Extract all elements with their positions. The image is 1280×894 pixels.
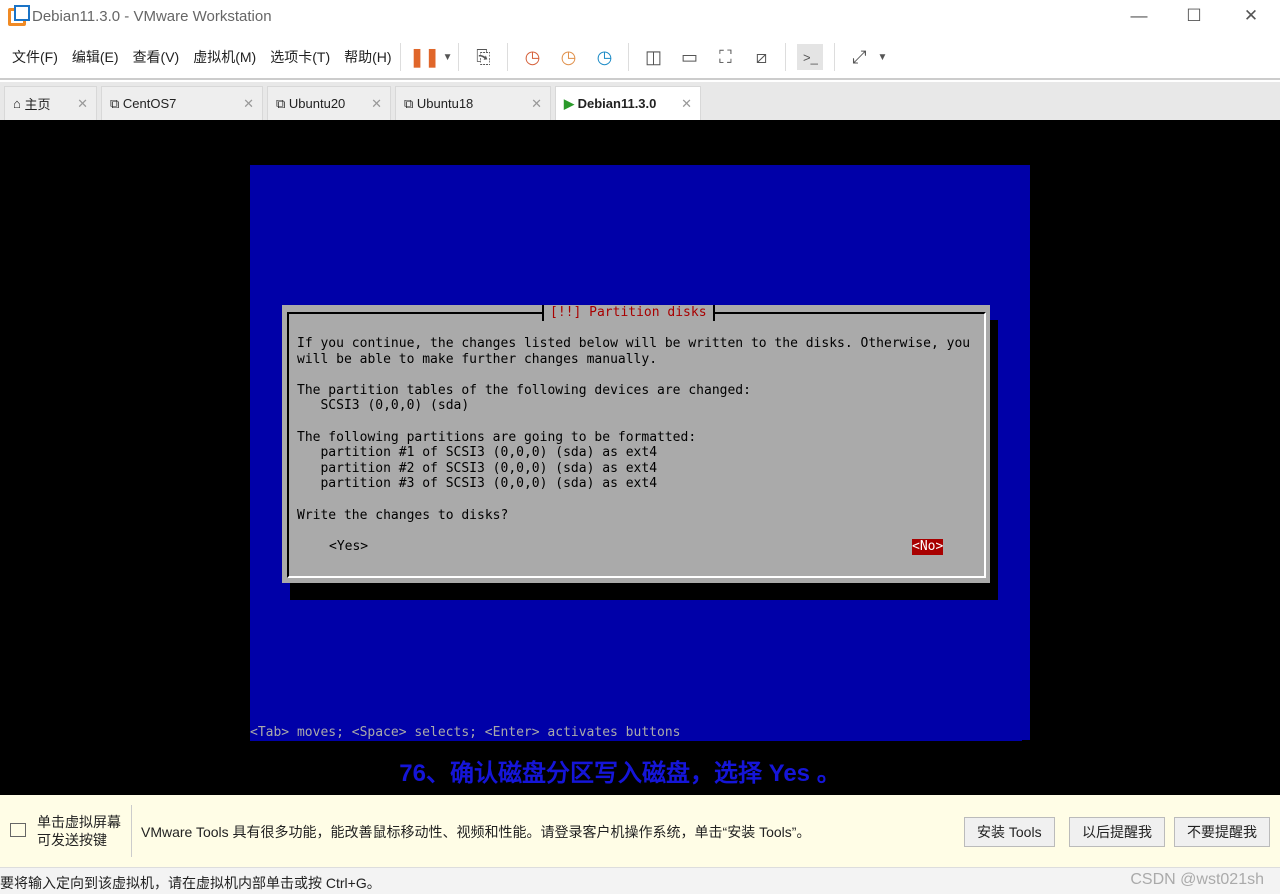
tab-ubuntu20[interactable]: ⧉ Ubuntu20 ✕	[267, 86, 391, 120]
close-tab-icon[interactable]: ✕	[371, 96, 382, 112]
hint-text: 单击虚拟屏幕 可发送按键	[37, 813, 121, 849]
close-tab-icon[interactable]: ✕	[681, 96, 692, 112]
tab-centos7[interactable]: ⧉ CentOS7 ✕	[101, 86, 263, 120]
notification-message: VMware Tools 具有很多功能，能改善鼠标移动性、视频和性能。请登录客户…	[141, 824, 811, 840]
installer-help-line: <Tab> moves; <Space> selects; <Enter> ac…	[250, 725, 1022, 741]
tab-debian[interactable]: ▶ Debian11.3.0 ✕	[555, 86, 701, 120]
snapshot-icon[interactable]: ◷	[519, 44, 545, 70]
tab-bar: ⌂ 主页 ✕ ⧉ CentOS7 ✕ ⧉ Ubuntu20 ✕ ⧉ Ubuntu18 ✕…	[0, 82, 1280, 120]
window-title: Debian11.3.0 - VMware Workstation	[32, 8, 272, 25]
chevron-down-icon[interactable]: ▼	[443, 52, 453, 63]
watermark: CSDN @wst021sh	[1130, 871, 1264, 888]
menu-help[interactable]: 帮助(H)	[344, 47, 391, 67]
vm-console[interactable]: [!!] Partition disks If you continue, th…	[0, 120, 1280, 795]
menu-view[interactable]: 查看(V)	[133, 47, 180, 67]
tab-label: Ubuntu18	[416, 96, 474, 111]
status-bar: 要将输入定向到该虚拟机，请在虚拟机内部单击或按 Ctrl+G。 CSDN @ws…	[0, 867, 1280, 894]
vm-icon: ⧉	[404, 95, 417, 111]
tab-label: Debian11.3.0	[577, 96, 657, 111]
vm-icon: ⧉	[276, 95, 289, 111]
unity-icon[interactable]: ⧄	[748, 44, 774, 70]
close-tab-icon[interactable]: ✕	[531, 96, 542, 112]
separator	[834, 43, 836, 71]
dialog-body: If you continue, the changes listed belo…	[297, 336, 971, 523]
menu-tabs[interactable]: 选项卡(T)	[270, 47, 330, 67]
tab-label: Ubuntu20	[288, 96, 346, 111]
pause-icon[interactable]: ❚❚	[409, 44, 439, 70]
close-tab-icon[interactable]: ✕	[243, 96, 254, 112]
keyboard-icon	[10, 823, 26, 837]
send-ctrl-alt-del-icon[interactable]: ⎘	[470, 44, 496, 70]
menu-vm[interactable]: 虚拟机(M)	[193, 47, 256, 67]
vmware-logo-icon	[8, 5, 30, 26]
never-remind-button[interactable]: 不要提醒我	[1174, 817, 1270, 847]
title-bar: Debian11.3.0 - VMware Workstation — ☐ ✕	[0, 0, 1280, 35]
yes-button[interactable]: <Yes>	[329, 539, 368, 555]
tab-ubuntu18[interactable]: ⧉ Ubuntu18 ✕	[395, 86, 551, 120]
install-tools-button[interactable]: 安装 Tools	[964, 817, 1055, 847]
separator	[458, 43, 460, 71]
menu-file[interactable]: 文件(F)	[12, 47, 58, 67]
minimize-button[interactable]: —	[1124, 6, 1154, 26]
hint-line2: 可发送按键	[37, 832, 107, 848]
status-text: 要将输入定向到该虚拟机，请在虚拟机内部单击或按 Ctrl+G。	[0, 875, 381, 891]
no-button[interactable]: <No>	[912, 539, 944, 555]
hint-line1: 单击虚拟屏幕	[37, 814, 121, 830]
console-view-icon[interactable]: >_	[797, 44, 824, 70]
separator	[507, 43, 509, 71]
divider	[131, 805, 132, 857]
snapshot-manager-icon[interactable]: ◷	[591, 44, 617, 70]
caption-text: 76、确认磁盘分区写入磁盘，选择 Yes 。	[399, 760, 841, 787]
remind-later-button[interactable]: 以后提醒我	[1069, 817, 1165, 847]
stretch-icon[interactable]: ⤢	[846, 44, 872, 70]
sidebar-toggle-icon[interactable]: ◫	[640, 44, 666, 70]
vmware-tools-notification: 单击虚拟屏幕 可发送按键 VMware Tools 具有很多功能，能改善鼠标移动性…	[0, 795, 1280, 867]
running-vm-icon: ▶	[564, 95, 578, 111]
tab-label: CentOS7	[122, 96, 177, 111]
menu-toolbar: 文件(F) 编辑(E) 查看(V) 虚拟机(M) 选项卡(T) 帮助(H) ❚❚…	[0, 36, 1280, 80]
dialog-title: [!!] Partition disks	[542, 305, 715, 321]
partition-dialog: [!!] Partition disks If you continue, th…	[282, 305, 990, 583]
tab-home[interactable]: ⌂ 主页 ✕	[4, 86, 97, 120]
separator	[399, 43, 401, 71]
menu-edit[interactable]: 编辑(E)	[72, 47, 119, 67]
separator	[785, 43, 787, 71]
vm-icon: ⧉	[110, 95, 123, 111]
revert-snapshot-icon[interactable]: ◷	[555, 44, 581, 70]
separator	[628, 43, 630, 71]
home-icon: ⌂	[13, 96, 25, 111]
close-button[interactable]: ✕	[1236, 6, 1266, 26]
fullscreen-icon[interactable]: ⛶	[712, 44, 738, 70]
thumbnail-bar-icon[interactable]: ▭	[676, 44, 702, 70]
chevron-down-icon[interactable]: ▼	[877, 52, 887, 63]
close-tab-icon[interactable]: ✕	[77, 96, 88, 112]
maximize-button[interactable]: ☐	[1179, 6, 1209, 26]
tab-label: 主页	[24, 97, 51, 112]
